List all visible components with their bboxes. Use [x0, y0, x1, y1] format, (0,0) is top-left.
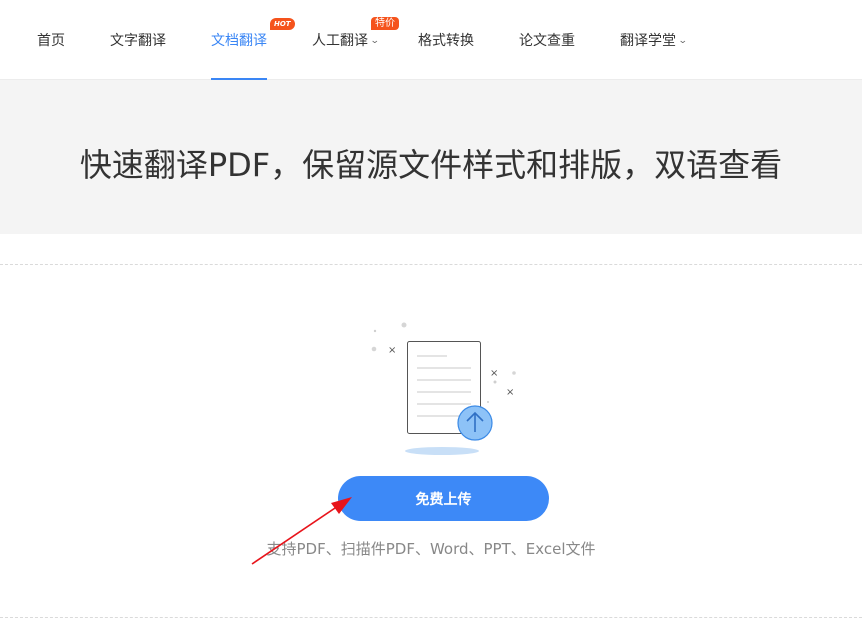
svg-text:×: × — [506, 387, 514, 398]
special-offer-badge: 特价 — [371, 17, 399, 30]
nav-item-doc-translate[interactable]: 文档翻译 HOT — [211, 0, 295, 80]
nav-item-label: 文字翻译 — [110, 33, 166, 49]
nav-item-text-translate[interactable]: 文字翻译 — [110, 0, 166, 80]
document-upload-icon: × × × — [371, 322, 516, 455]
nav-item-label: 翻译学堂 — [620, 33, 676, 49]
nav-item-home[interactable]: 首页 — [37, 0, 65, 80]
upload-button-label: 免费上传 — [415, 491, 472, 508]
nav-item-format-convert[interactable]: 格式转换 — [418, 0, 474, 80]
nav-item-plagiarism-check[interactable]: 论文查重 — [519, 0, 575, 80]
nav-item-label: 首页 — [37, 33, 65, 49]
hot-badge: HOT — [270, 18, 295, 30]
top-nav: 首页 文字翻译 文档翻译 HOT 人工翻译 ⌄ 特价 格式转换 论文查重 翻译学… — [0, 0, 862, 80]
nav-item-label: 论文查重 — [519, 33, 575, 49]
svg-text:×: × — [490, 368, 498, 379]
nav-item-label: 人工翻译 — [312, 33, 368, 49]
nav-item-label: 格式转换 — [418, 33, 474, 49]
svg-text:×: × — [388, 345, 396, 356]
nav-item-label: 文档翻译 — [211, 33, 267, 49]
hero-banner: 快速翻译PDF，保留源文件样式和排版，双语查看 — [0, 80, 862, 234]
chevron-down-icon: ⌄ — [369, 36, 380, 46]
nav-item-translation-school[interactable]: 翻译学堂 ⌄ — [620, 0, 688, 80]
free-upload-button[interactable]: 免费上传 — [338, 476, 549, 521]
upload-area-bottom-border — [0, 617, 862, 618]
upload-area-top-border — [0, 264, 862, 265]
chevron-down-icon: ⌄ — [677, 36, 688, 46]
supported-formats-text: 支持PDF、扫描件PDF、Word、PPT、Excel文件 — [266, 540, 596, 558]
page-title: 快速翻译PDF，保留源文件样式和排版，双语查看 — [79, 146, 783, 184]
nav-item-human-translate[interactable]: 人工翻译 ⌄ 特价 — [312, 0, 399, 80]
